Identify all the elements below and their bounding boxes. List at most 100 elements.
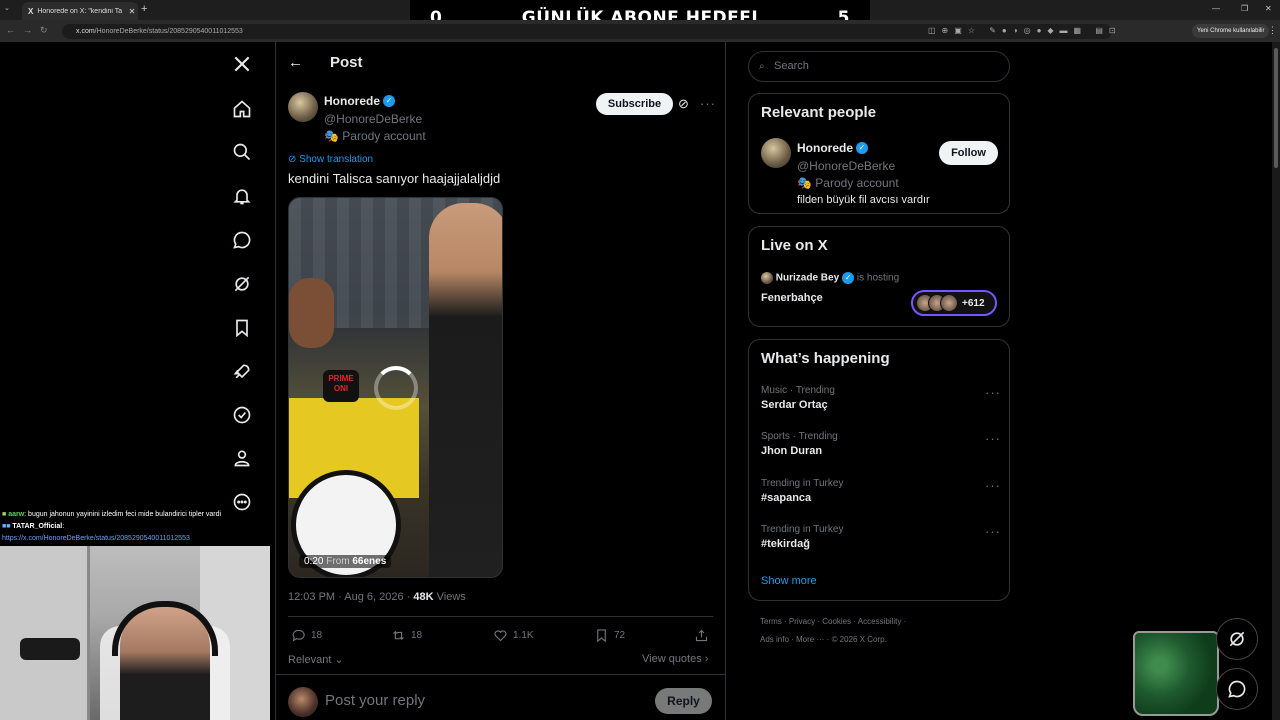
chrome-menu-icon[interactable]: ⋮ (1268, 25, 1277, 36)
video-caption: 0:20 From 66enes (299, 555, 392, 568)
reply-input[interactable]: Post your reply (325, 692, 425, 709)
tweet-video[interactable]: PRIME ONI 0:20 From 66enes (288, 197, 503, 578)
loading-spinner-icon (374, 366, 418, 410)
reply-action[interactable]: 18 (291, 628, 322, 643)
trend-item[interactable]: Music · Trending Serdar Ortaç ··· (761, 385, 1001, 411)
back-arrow-icon[interactable]: ← (288, 54, 303, 71)
x-favicon-icon: X (28, 6, 34, 16)
footer-links-row1[interactable]: Terms · Privacy · Cookies · Accessibilit… (760, 617, 906, 626)
like-action[interactable]: 1.1K (493, 628, 534, 643)
author-handle[interactable]: @HonoreDeBerke (324, 112, 426, 126)
bookmark-icon (597, 629, 606, 643)
trend-more-icon[interactable]: ··· (985, 385, 1001, 400)
verified-badge-icon: ✓ (856, 141, 869, 154)
profile-icon[interactable] (231, 447, 253, 469)
message-icon[interactable] (231, 229, 253, 251)
trend-more-icon[interactable]: ··· (985, 524, 1001, 539)
bookmark-action[interactable]: 72 (594, 628, 625, 643)
my-avatar (288, 687, 318, 717)
webcam-overlay (0, 546, 270, 720)
show-translation-link[interactable]: ⊘ Show translation (288, 154, 373, 165)
show-more-link[interactable]: Show more (761, 575, 817, 587)
translate-label: Show translation (299, 154, 374, 165)
relevant-parody-text: Parody account (815, 176, 899, 190)
chrome-update-chip[interactable]: Yeni Chrome kullanılabilir (1192, 24, 1270, 38)
chat-text: : (62, 523, 65, 530)
message-icon (1228, 680, 1246, 698)
new-tab-button[interactable]: + (141, 3, 147, 15)
grok-explain-icon[interactable]: ⊘ (678, 96, 689, 112)
messages-floating-button[interactable] (1216, 668, 1258, 710)
trend-item[interactable]: Sports · Trending Jhon Duran ··· (761, 431, 1001, 457)
nav-buttons[interactable]: ←→↻ (6, 25, 56, 36)
trend-meta: Trending in Turkey (761, 524, 844, 535)
home-icon[interactable] (231, 98, 253, 120)
post-time[interactable]: 12:03 PM · Aug 6, 2026 · (288, 591, 410, 603)
views-count: 48K (413, 591, 434, 603)
relevant-handle[interactable]: @HonoreDeBerke (797, 159, 930, 173)
verified-badge-icon: ✓ (842, 272, 855, 284)
scrollbar-thumb[interactable] (1274, 48, 1278, 168)
close-window-button[interactable]: ✕ (1265, 4, 1272, 13)
tab-title: Honorede on X: "kendini Talisc (37, 7, 122, 15)
chat-link: https://x.com/HonoreDeBerke/status/20852… (2, 535, 190, 542)
listener-count: +612 (962, 297, 985, 309)
author-avatar[interactable] (288, 92, 318, 122)
chat-text: : bugun jahonun yayinini izledim feci mi… (24, 511, 222, 518)
share-action[interactable] (694, 628, 709, 643)
trend-item[interactable]: Trending in Turkey #tekirdağ ··· (761, 524, 1001, 550)
repost-action[interactable]: 18 (391, 628, 422, 643)
microphone: PRIME ONI (323, 370, 359, 402)
author-name[interactable]: Honorede (324, 94, 380, 108)
maximize-button[interactable]: ❐ (1241, 4, 1248, 13)
footer-links-row2[interactable]: Ads info · More ··· · © 2026 X Corp. (760, 635, 887, 644)
reply-button[interactable]: Reply (655, 688, 712, 714)
subscribe-button[interactable]: Subscribe (596, 93, 673, 115)
trend-item[interactable]: Trending in Turkey #sapanca ··· (761, 478, 1001, 504)
relevant-avatar[interactable] (761, 138, 791, 168)
bookmark-count: 72 (614, 630, 626, 641)
tab-list-button[interactable]: ⌄ (4, 4, 10, 12)
bookmark-icon[interactable] (231, 317, 253, 339)
live-listeners-pill[interactable]: +612 (911, 290, 997, 316)
parody-label: 🎭 Parody account (324, 129, 426, 143)
post-more-icon[interactable]: ··· (700, 96, 716, 111)
search-icon[interactable] (231, 141, 253, 163)
like-icon (494, 630, 507, 642)
whats-happening-card: What’s happening Music · Trending Serdar… (748, 339, 1010, 601)
relevant-name[interactable]: Honorede (797, 141, 853, 155)
sort-label: Relevant (288, 654, 332, 666)
verified-nav-icon[interactable] (231, 404, 253, 426)
x-logo-icon[interactable] (231, 53, 253, 75)
view-quotes-link[interactable]: View quotes › (642, 653, 708, 665)
trend-name: Serdar Ortaç (761, 399, 828, 411)
search-input[interactable]: ⌕ Search (748, 51, 1010, 82)
minimize-button[interactable]: — (1212, 4, 1220, 13)
repost-count: 18 (411, 630, 423, 641)
grok-floating-button[interactable] (1216, 618, 1258, 660)
column-divider-right (725, 42, 726, 720)
share-icon (695, 629, 708, 642)
relevant-people-card: Relevant people Honorede ✓ @HonoreDeBerke… (748, 93, 1010, 214)
browser-tab[interactable]: X Honorede on X: "kendini Talisc ✕ (22, 2, 138, 20)
chat-user: TATAR_Official (12, 523, 63, 530)
follow-button[interactable]: Follow (939, 141, 998, 165)
url-path: /HonoreDeBerke/status/208529054001101255… (94, 28, 243, 35)
trend-meta: Sports · Trending (761, 431, 838, 442)
url-host: x.com (76, 28, 95, 35)
grok-icon[interactable] (231, 273, 253, 295)
space-title[interactable]: Fenerbahçe (761, 292, 823, 304)
reply-sort-dropdown[interactable]: Relevant ⌄ (288, 653, 344, 666)
trend-meta: Music · Trending (761, 385, 835, 396)
bell-icon[interactable] (231, 185, 253, 207)
host-avatar (761, 272, 773, 284)
live-host-row[interactable]: Nurizade Bey ✓ is hosting (761, 272, 899, 284)
stream-microphone (20, 638, 80, 660)
trend-more-icon[interactable]: ··· (985, 431, 1001, 446)
tab-close-icon[interactable]: ✕ (126, 7, 138, 16)
video-from-user[interactable]: 66enes (352, 556, 386, 567)
rocket-icon[interactable] (231, 361, 253, 383)
extension-icons[interactable]: ◫⊕▣☆ ✎●◑◎●◆▬▦ ▤⊡ (928, 26, 1122, 35)
chevron-down-icon: ⌄ (331, 654, 344, 666)
trend-more-icon[interactable]: ··· (985, 478, 1001, 493)
